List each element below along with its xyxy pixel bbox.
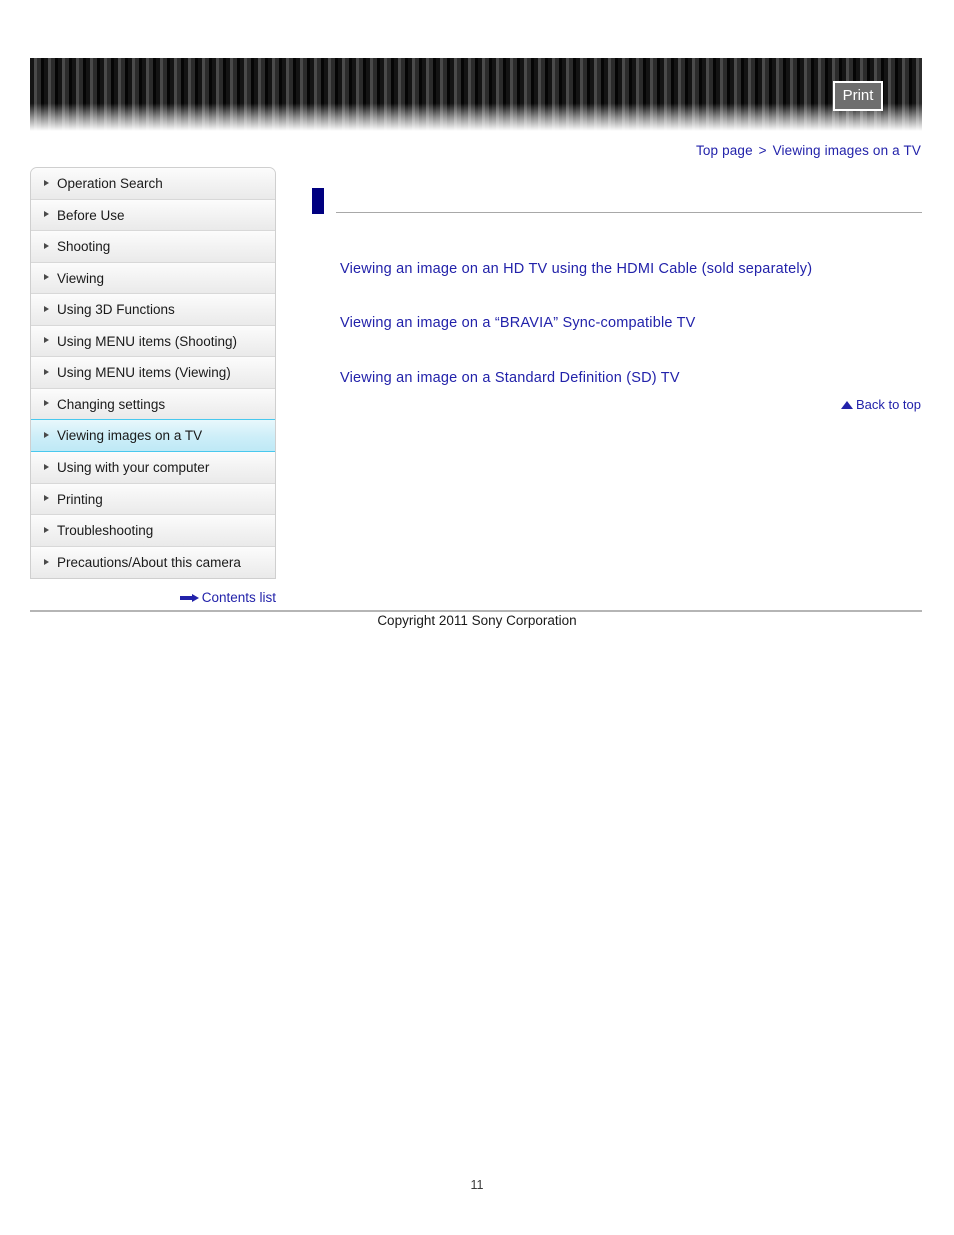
sidebar-item-using-menu-items-viewing[interactable]: Using MENU items (Viewing)	[31, 357, 275, 389]
sidebar-item-label: Viewing images on a TV	[57, 428, 203, 443]
triangle-bullet-icon	[44, 432, 49, 438]
sidebar-item-label: Before Use	[57, 207, 125, 223]
title-marker-bar	[312, 188, 324, 214]
triangle-bullet-icon	[44, 526, 49, 533]
sidebar-item-label: Changing settings	[57, 396, 166, 412]
sidebar-item-label: Printing	[57, 491, 103, 507]
sidebar-item-viewing[interactable]: Viewing	[31, 262, 275, 294]
triangle-bullet-icon	[44, 274, 49, 281]
sidebar-item-using-with-your-computer[interactable]: Using with your computer	[31, 452, 275, 484]
sidebar-item-label: Using MENU items (Viewing)	[57, 365, 231, 380]
triangle-bullet-icon	[44, 495, 49, 502]
sidebar-item-changing-settings[interactable]: Changing settings	[31, 388, 275, 420]
sidebar-nav: Operation Search Before Use Shooting Vie…	[30, 167, 276, 579]
sidebar-item-using-3d-functions[interactable]: Using 3D Functions	[31, 294, 275, 326]
triangle-bullet-icon	[44, 242, 49, 249]
content-link-standard-definition-tv[interactable]: Viewing an image on a Standard Definitio…	[340, 370, 680, 386]
sidebar-item-label: Operation Search	[57, 176, 163, 191]
triangle-up-icon	[840, 400, 853, 409]
breadcrumb-separator: >	[758, 143, 767, 158]
page-number: 11	[470, 1178, 484, 1192]
sidebar-item-printing[interactable]: Printing	[31, 483, 275, 515]
sidebar-item-label: Using with your computer	[57, 460, 210, 475]
sidebar-item-label: Using MENU items (Shooting)	[57, 333, 238, 349]
triangle-bullet-icon	[44, 211, 49, 218]
breadcrumb-current[interactable]: Viewing images on a TV	[773, 143, 921, 158]
contents-list-link[interactable]: Contents list	[30, 590, 276, 605]
sidebar-item-operation-search[interactable]: Operation Search	[31, 168, 275, 200]
triangle-bullet-icon	[44, 337, 49, 344]
triangle-bullet-icon	[44, 400, 49, 407]
contents-list-label: Contents list	[201, 590, 276, 605]
print-button[interactable]: Print	[833, 81, 883, 111]
sidebar-item-before-use[interactable]: Before Use	[31, 199, 275, 231]
breadcrumb-top-page[interactable]: Top page	[696, 143, 753, 158]
triangle-bullet-icon	[44, 558, 49, 565]
triangle-bullet-icon	[44, 305, 49, 312]
header-banner: Print	[30, 58, 922, 131]
breadcrumb: Top page > Viewing images on a TV	[696, 143, 921, 158]
sidebar-item-label: Precautions/About this camera	[57, 554, 241, 570]
copyright-text: Copyright 2011 Sony Corporation	[377, 613, 577, 628]
content-link-hd-tv-hdmi[interactable]: Viewing an image on an HD TV using the H…	[340, 261, 812, 277]
sidebar-item-label: Viewing	[57, 270, 105, 286]
sidebar-item-label: Troubleshooting	[57, 523, 154, 538]
sidebar-item-using-menu-items-shooting[interactable]: Using MENU items (Shooting)	[31, 325, 275, 357]
content-link-bravia-sync-tv[interactable]: Viewing an image on a “BRAVIA” Sync-comp…	[340, 315, 696, 331]
title-divider	[336, 212, 922, 213]
triangle-bullet-icon	[44, 368, 49, 375]
sidebar-item-troubleshooting[interactable]: Troubleshooting	[31, 515, 275, 547]
sidebar-item-label: Using 3D Functions	[57, 302, 175, 317]
sidebar-item-shooting[interactable]: Shooting	[31, 231, 275, 263]
sidebar-item-precautions-about-this-camera[interactable]: Precautions/About this camera	[31, 546, 275, 578]
back-to-top-link[interactable]: Back to top	[840, 397, 921, 412]
footer-divider	[30, 610, 922, 612]
triangle-bullet-icon	[44, 463, 49, 470]
triangle-bullet-icon	[44, 179, 49, 186]
arrow-right-icon	[179, 593, 199, 602]
sidebar-item-label: Shooting	[57, 239, 111, 254]
sidebar-item-viewing-images-on-a-tv[interactable]: Viewing images on a TV	[31, 419, 275, 452]
back-to-top-label: Back to top	[855, 397, 921, 412]
